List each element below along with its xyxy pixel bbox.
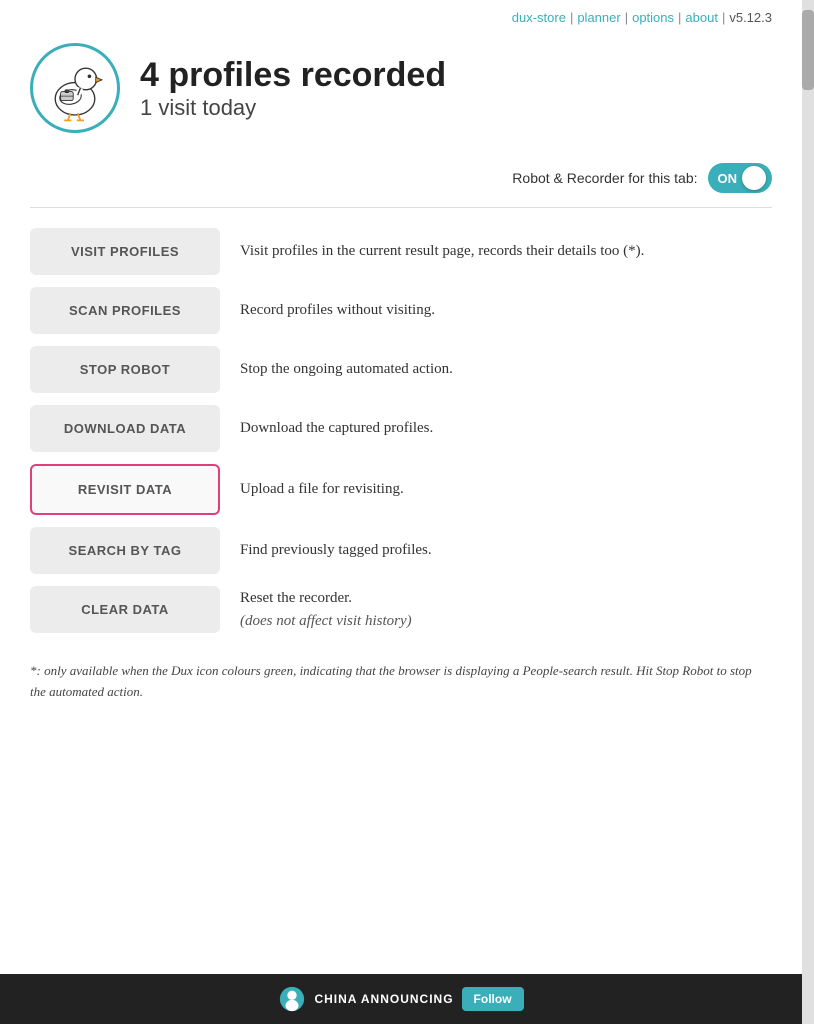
toggle-row: Robot & Recorder for this tab: ON [30,153,772,208]
nav-planner[interactable]: planner [577,10,620,25]
nav-options[interactable]: options [632,10,674,25]
clear-data-row: CLEAR DATA Reset the recorder. (does not… [30,586,772,633]
visit-profiles-row: VISIT PROFILES Visit profiles in the cur… [30,228,772,275]
scan-profiles-row: SCAN PROFILES Record profiles without vi… [30,287,772,334]
visit-profiles-button[interactable]: VISIT PROFILES [30,228,220,275]
follow-button[interactable]: Follow [462,987,524,1011]
visits-today: 1 visit today [140,95,446,121]
stop-robot-button[interactable]: STOP ROBOT [30,346,220,393]
duck-icon [39,52,111,124]
toggle-state: ON [718,171,738,186]
separator-3: | [678,10,681,25]
search-by-tag-row: SEARCH BY TAG Find previously tagged pro… [30,527,772,574]
separator-1: | [570,10,573,25]
separator-2: | [625,10,628,25]
version-label: v5.12.3 [729,10,772,25]
download-data-row: DOWNLOAD DATA Download the captured prof… [30,405,772,452]
scan-profiles-description: Record profiles without visiting. [240,299,772,322]
clear-data-description: Reset the recorder. (does not affect vis… [240,587,772,632]
robot-recorder-toggle[interactable]: ON [708,163,773,193]
download-data-button[interactable]: DOWNLOAD DATA [30,405,220,452]
separator-4: | [722,10,725,25]
bottom-bar-text: CHINA ANNOUNCING [314,992,453,1006]
revisit-data-description: Upload a file for revisiting. [240,478,772,501]
stop-robot-description: Stop the ongoing automated action. [240,358,772,381]
stop-robot-row: STOP ROBOT Stop the ongoing automated ac… [30,346,772,393]
bottom-bar-logo [278,985,306,1013]
app-logo [30,43,120,133]
footer-note: *: only available when the Dux icon colo… [30,661,772,703]
toggle-knob [742,166,766,190]
clear-data-button[interactable]: CLEAR DATA [30,586,220,633]
download-data-description: Download the captured profiles. [240,417,772,440]
action-buttons-list: VISIT PROFILES Visit profiles in the cur… [30,228,772,633]
bottom-bar: CHINA ANNOUNCING Follow [0,974,802,1024]
nav-about[interactable]: about [685,10,718,25]
search-by-tag-description: Find previously tagged profiles. [240,539,772,562]
header-text: 4 profiles recorded 1 visit today [140,55,446,122]
toggle-label: Robot & Recorder for this tab: [512,170,697,186]
search-by-tag-button[interactable]: SEARCH BY TAG [30,527,220,574]
bottom-logo-icon [278,985,306,1013]
nav-dux-store[interactable]: dux-store [512,10,566,25]
scan-profiles-button[interactable]: SCAN PROFILES [30,287,220,334]
revisit-data-row: REVISIT DATA Upload a file for revisitin… [30,464,772,515]
profiles-count: 4 profiles recorded [140,55,446,96]
revisit-data-button[interactable]: REVISIT DATA [30,464,220,515]
visit-profiles-description: Visit profiles in the current result pag… [240,240,772,263]
top-navigation: dux-store | planner | options | about | … [30,0,772,33]
clear-data-note: (does not affect visit history) [240,613,412,629]
header-section: 4 profiles recorded 1 visit today [30,33,772,153]
